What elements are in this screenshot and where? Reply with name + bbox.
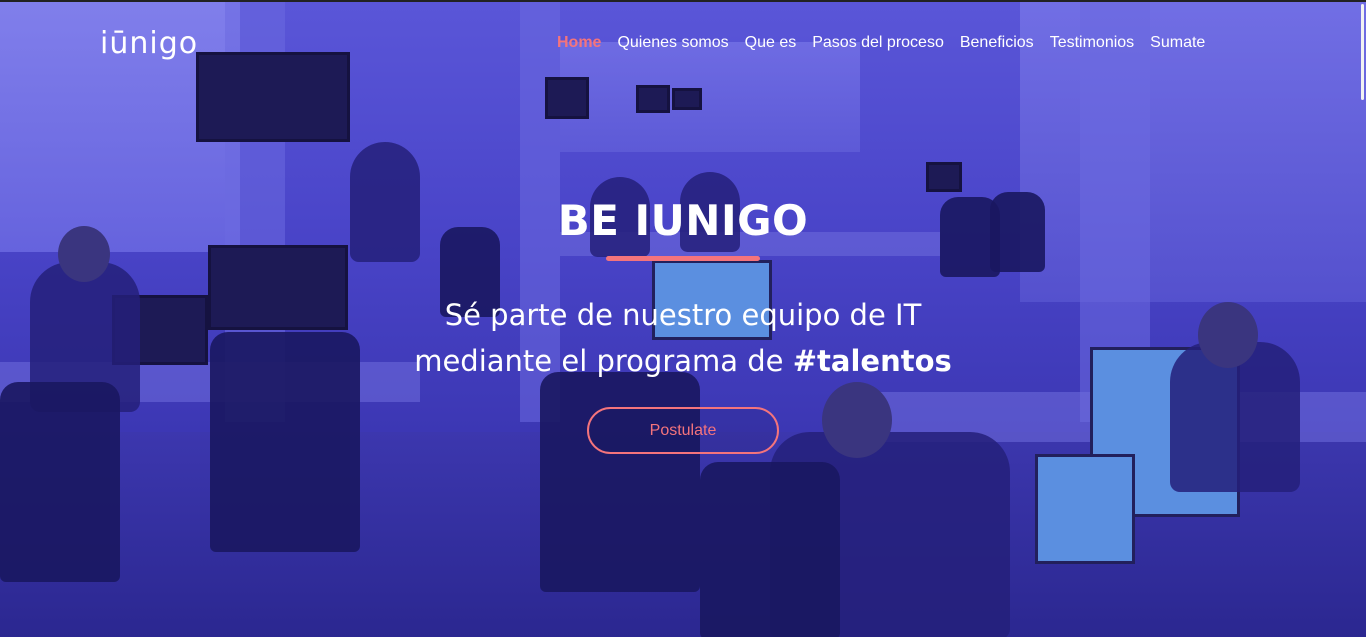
background-monitor — [196, 52, 350, 142]
brand-logo[interactable]: iūnigo — [100, 26, 198, 61]
page-scrollbar[interactable] — [1361, 4, 1364, 100]
hero-subtitle-line-2: mediante el programa de #talentos — [0, 338, 1366, 384]
background-head — [822, 382, 892, 458]
background-monitor — [636, 85, 670, 113]
postulate-button[interactable]: Postulate — [587, 407, 779, 454]
nav-item-que-es[interactable]: Que es — [745, 34, 797, 52]
nav-item-quienes-somos[interactable]: Quienes somos — [617, 34, 728, 52]
main-navigation: Home Quienes somos Que es Pasos del proc… — [557, 34, 1205, 52]
nav-item-testimonios[interactable]: Testimonios — [1050, 34, 1134, 52]
background-chair — [700, 462, 840, 637]
hero-subtitle: Sé parte de nuestro equipo de IT mediant… — [0, 292, 1366, 384]
hero-title-underline — [606, 256, 760, 261]
nav-item-sumate[interactable]: Sumate — [1150, 34, 1205, 52]
background-window-center — [560, 42, 860, 152]
background-monitor — [672, 88, 702, 110]
background-floor — [0, 432, 1366, 637]
background-desk — [850, 392, 1366, 442]
background-person — [770, 432, 1010, 637]
hero-title: BE IUNIGO — [557, 196, 809, 245]
nav-item-pasos-del-proceso[interactable]: Pasos del proceso — [812, 34, 944, 52]
background-monitor — [926, 162, 962, 192]
background-monitor — [545, 77, 589, 119]
nav-item-beneficios[interactable]: Beneficios — [960, 34, 1034, 52]
background-chair — [0, 382, 120, 582]
hero-subtitle-line-1: Sé parte de nuestro equipo de IT — [444, 298, 922, 332]
hero-subtitle-hashtag: #talentos — [792, 344, 952, 378]
nav-item-home[interactable]: Home — [557, 34, 601, 52]
hero-subtitle-prefix: mediante el programa de — [414, 344, 793, 378]
background-chair — [540, 372, 700, 592]
background-laptop — [1035, 454, 1135, 564]
